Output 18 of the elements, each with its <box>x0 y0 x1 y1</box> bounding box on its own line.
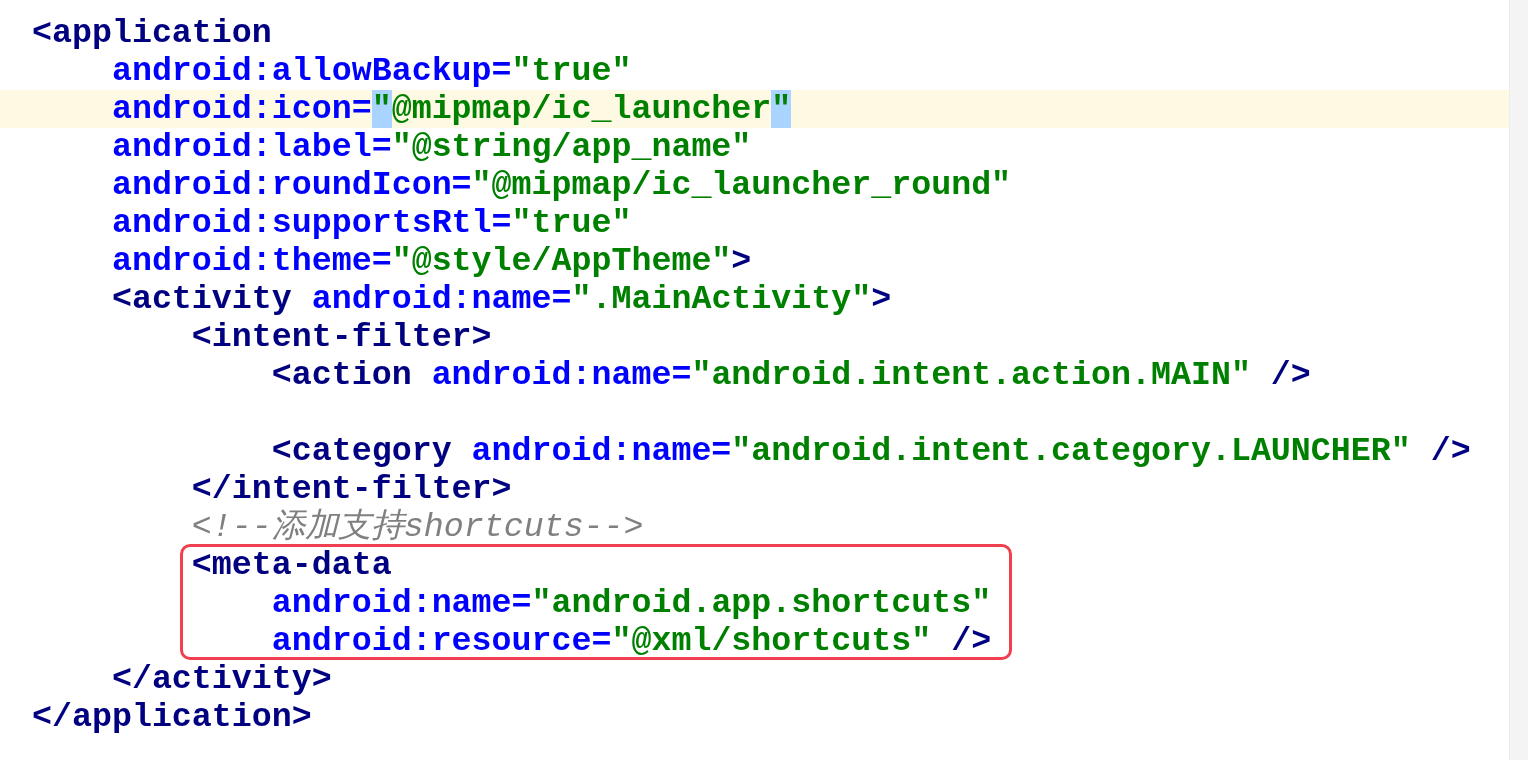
code-line: android:name="android.app.shortcuts" <box>270 584 992 622</box>
code-line: <application <box>32 14 272 52</box>
code-comment: <!--添加支持shortcuts--> <box>190 508 644 546</box>
code-line: </intent-filter> <box>190 470 512 508</box>
code-line: android:theme="@style/AppTheme"> <box>110 242 752 280</box>
code-line: android:supportsRtl="true" <box>110 204 632 242</box>
code-line: </application> <box>32 698 312 736</box>
code-line: <meta-data <box>190 546 392 584</box>
code-line: <category android:name="android.intent.category.LAUNCHER" /> <box>270 432 1471 470</box>
code-line: android:allowBackup="true" <box>110 52 632 90</box>
code-line: android:roundIcon="@mipmap/ic_launcher_round" <box>110 166 1012 204</box>
code-line: <intent-filter> <box>190 318 492 356</box>
code-line: <action android:name="android.intent.action.MAIN" /> <box>270 356 1311 394</box>
code-line: android:icon="@mipmap/ic_launcher" <box>110 90 792 128</box>
code-line: android:label="@string/app_name" <box>110 128 752 166</box>
code-line: </activity> <box>110 660 332 698</box>
code-line: android:resource="@xml/shortcuts" /> <box>270 622 992 660</box>
code-line: <activity android:name=".MainActivity"> <box>110 280 892 318</box>
